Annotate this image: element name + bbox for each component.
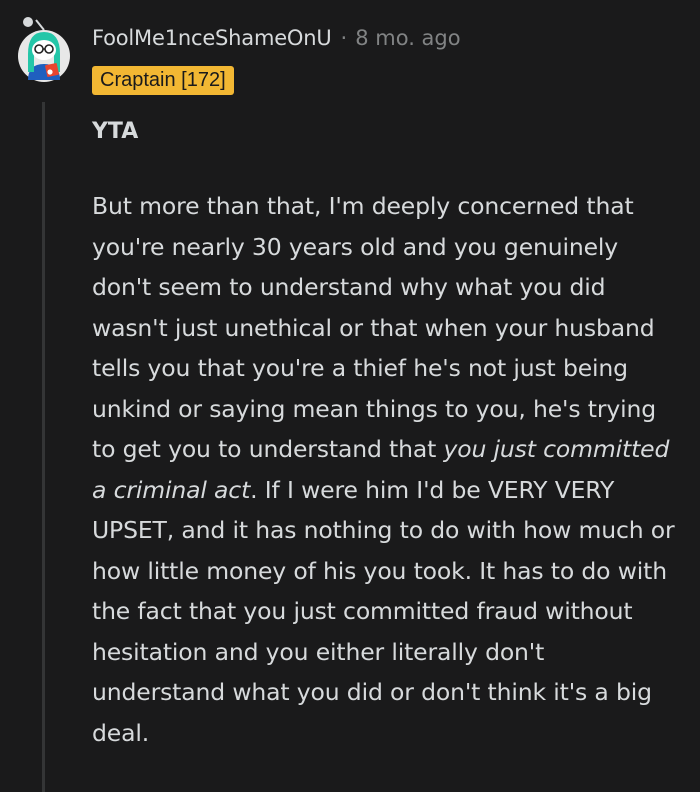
verdict-text: YTA (92, 119, 139, 144)
separator-dot: · (340, 26, 348, 50)
paragraph-text-part1: But more than that, I'm deeply concerned… (92, 192, 656, 463)
timestamp-link[interactable]: 8 mo. ago (355, 26, 460, 50)
paragraph-text-part2: . If I were him I'd be VERY VERY UPSET, … (92, 475, 675, 747)
avatar[interactable] (14, 14, 74, 84)
snoo-avatar-icon (18, 17, 70, 82)
comment-paragraph: But more than that, I'm deeply concerned… (92, 186, 682, 753)
comment-body: YTA But more than that, I'm deeply conce… (92, 114, 682, 753)
comment: FoolMe1nceShameOnU · 8 mo. ago Craptain … (0, 0, 700, 792)
username-link[interactable]: FoolMe1nceShameOnU (92, 26, 332, 50)
user-flair: Craptain [172] (92, 66, 234, 95)
thread-line[interactable] (42, 102, 45, 792)
comment-header: FoolMe1nceShameOnU · 8 mo. ago (92, 26, 461, 50)
